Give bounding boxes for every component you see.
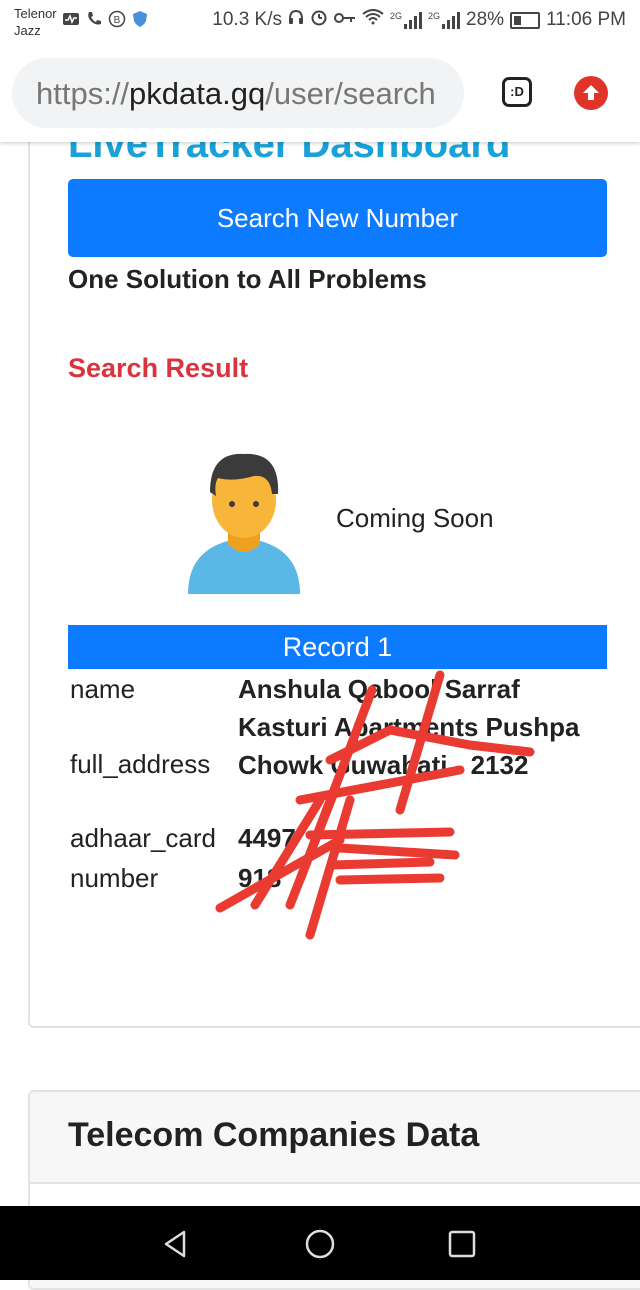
battery-icon (510, 11, 541, 29)
avatar (184, 448, 304, 599)
arrow-up-icon (583, 85, 599, 100)
b-icon: B (108, 10, 126, 28)
svg-text:B: B (114, 15, 121, 26)
url-text[interactable]: https://pkdata.gq/user/search (36, 77, 436, 111)
record-key: name (70, 674, 136, 704)
network-speed: 10.3 K/s (212, 9, 283, 30)
wifi-icon (362, 9, 384, 31)
key-icon (334, 9, 356, 31)
alarm-icon (310, 8, 328, 32)
activity-icon (62, 10, 80, 28)
url-scheme: https:// (36, 76, 130, 111)
battery-percent: 28% (466, 9, 505, 30)
address-bar[interactable]: https://pkdata.gq/user/search (12, 58, 464, 128)
status-right: 10.3 K/s 2G 2G 28% 11:06 PM (212, 8, 626, 32)
signal-1-icon: 2G (390, 11, 423, 29)
record-value: Anshula Qabool Sarraf (238, 674, 520, 704)
search-new-number-button[interactable]: Search New Number (68, 179, 607, 257)
navigation-bar (0, 1206, 640, 1280)
carrier-jazz: Jazz (14, 23, 41, 38)
tab-switcher-button[interactable]: :D (502, 77, 532, 107)
record-header: Record 1 (68, 625, 607, 669)
search-result-heading: Search Result (68, 353, 249, 383)
record-value: 918 (238, 863, 282, 893)
browser-toolbar: https://pkdata.gq/user/search :D (0, 46, 640, 142)
record-value: 4497 (238, 823, 296, 853)
record-key: number (70, 863, 159, 893)
record-key: adhaar_card (70, 823, 216, 853)
signal-2-icon: 2G (428, 11, 461, 29)
carrier-telenor: Telenor (14, 6, 57, 21)
back-icon[interactable] (160, 1228, 192, 1260)
clock: 11:06 PM (546, 9, 626, 30)
user-avatar-icon (188, 453, 300, 594)
url-host: pkdata.gq (129, 76, 266, 111)
phone-icon (85, 10, 103, 28)
signal-2-label: 2G (428, 11, 441, 21)
url-path: /user/search (265, 76, 436, 111)
telecom-heading: Telecom Companies Data (68, 1116, 480, 1154)
update-button[interactable] (574, 76, 608, 110)
record-key: full_address (70, 749, 211, 779)
status-bar: Telenor Jazz B 10.3 K/s 2G 2G 28% 11:06 … (0, 0, 640, 46)
signal-1-label: 2G (390, 11, 403, 21)
record-value: Kasturi Apartments Pushpa Chowk Guwahati… (238, 712, 580, 780)
notification-icons: B (62, 10, 149, 28)
carrier-label: Telenor Jazz (14, 5, 57, 39)
tagline: One Solution to All Problems (68, 264, 427, 294)
coming-soon-text: Coming Soon (336, 503, 494, 533)
home-icon[interactable] (304, 1228, 336, 1260)
shield-icon (131, 10, 149, 28)
headset-icon (288, 8, 304, 32)
recents-icon[interactable] (446, 1228, 478, 1260)
